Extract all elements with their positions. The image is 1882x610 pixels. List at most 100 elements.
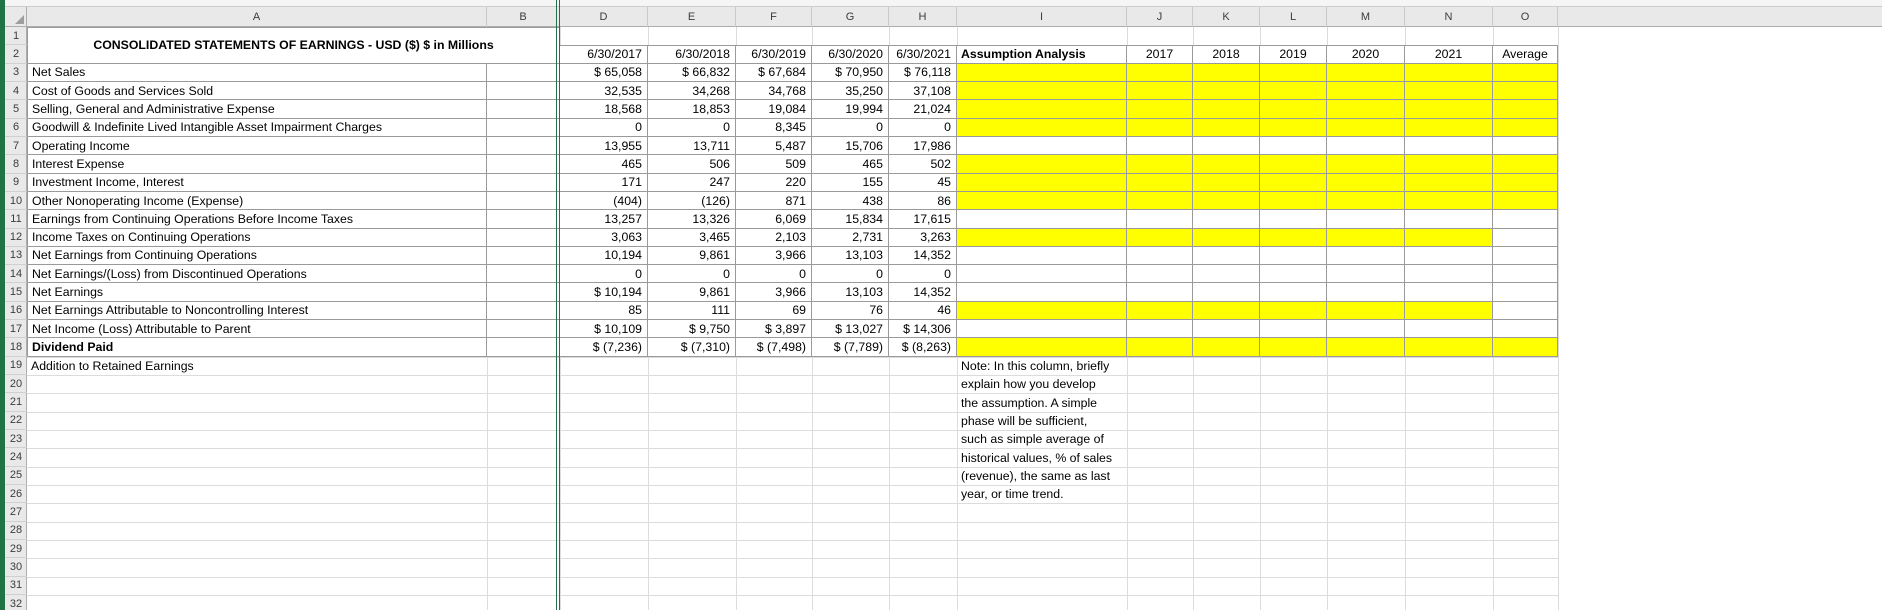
row-label-cell[interactable]: Interest Expense — [28, 155, 487, 174]
assumption-cell[interactable] — [1327, 155, 1405, 174]
assumption-cell[interactable] — [957, 81, 1127, 101]
assumption-cell[interactable] — [1327, 100, 1405, 119]
row-label-cell[interactable]: Earnings from Continuing Operations Befo… — [28, 210, 487, 229]
value-cell[interactable]: 438 — [812, 191, 889, 211]
value-cell[interactable]: 155 — [812, 173, 889, 192]
assumption-cell[interactable] — [1405, 100, 1493, 119]
value-cell[interactable]: $ (7,498) — [736, 338, 812, 357]
assumption-cell[interactable] — [1193, 173, 1260, 192]
assumption-cell[interactable] — [1327, 301, 1405, 321]
assumption-cell[interactable] — [1327, 191, 1405, 211]
column-header-K[interactable]: K — [1193, 7, 1260, 27]
note-line[interactable]: phase will be sufficient, — [957, 412, 1187, 430]
assumption-cell[interactable] — [1493, 246, 1558, 266]
value-cell[interactable]: 15,834 — [812, 210, 889, 229]
empty-cell[interactable] — [487, 81, 560, 101]
value-cell[interactable]: $ (7,789) — [812, 338, 889, 357]
assumption-cell[interactable] — [1127, 338, 1193, 357]
year-header-cell[interactable]: 2017 — [1127, 45, 1193, 64]
assumption-cell[interactable] — [1193, 191, 1260, 211]
value-cell[interactable]: 509 — [736, 155, 812, 174]
value-cell[interactable]: 19,084 — [736, 100, 812, 119]
empty-cell[interactable] — [487, 210, 560, 229]
row-header-13[interactable]: 13 — [5, 247, 27, 266]
assumption-cell[interactable] — [1193, 155, 1260, 174]
assumption-cell[interactable] — [1493, 338, 1558, 357]
assumption-cell[interactable] — [1127, 136, 1193, 156]
column-header-E[interactable]: E — [648, 7, 736, 27]
value-cell[interactable]: 13,711 — [648, 136, 736, 156]
row-header-16[interactable]: 16 — [5, 302, 27, 321]
value-cell[interactable]: $ 76,118 — [889, 63, 957, 82]
assumption-cell[interactable] — [1493, 191, 1558, 211]
row-header-6[interactable]: 6 — [5, 119, 27, 137]
row-header-22[interactable]: 22 — [5, 412, 27, 431]
value-cell[interactable]: 46 — [889, 301, 957, 321]
assumption-cell[interactable] — [1493, 155, 1558, 174]
assumption-cell[interactable] — [1493, 320, 1558, 339]
value-cell[interactable]: 45 — [889, 173, 957, 192]
value-cell[interactable]: 18,568 — [560, 100, 648, 119]
row-label-cell[interactable]: Addition to Retained Earnings — [27, 357, 487, 375]
assumption-cell[interactable] — [1327, 118, 1405, 137]
value-cell[interactable]: 3,063 — [560, 228, 648, 247]
value-cell[interactable]: 9,861 — [648, 283, 736, 302]
assumption-cell[interactable] — [1405, 338, 1493, 357]
row-header-7[interactable]: 7 — [5, 137, 27, 156]
year-header-cell[interactable]: 2019 — [1260, 45, 1327, 64]
row-header-24[interactable]: 24 — [5, 448, 27, 467]
value-cell[interactable]: $ 70,950 — [812, 63, 889, 82]
row-header-9[interactable]: 9 — [5, 174, 27, 192]
assumption-cell[interactable] — [1193, 228, 1260, 247]
assumption-cell[interactable] — [1193, 63, 1260, 82]
column-header-L[interactable]: L — [1260, 7, 1327, 27]
assumption-cell[interactable] — [1127, 81, 1193, 101]
value-cell[interactable]: 220 — [736, 173, 812, 192]
statement-title-cell[interactable]: CONSOLIDATED STATEMENTS OF EARNINGS - US… — [27, 27, 560, 64]
assumption-cell[interactable] — [1493, 228, 1558, 247]
value-cell[interactable]: 69 — [736, 301, 812, 321]
year-header-cell[interactable]: Average — [1493, 45, 1558, 64]
assumption-cell[interactable] — [957, 210, 1127, 229]
value-cell[interactable]: 171 — [560, 173, 648, 192]
empty-cell[interactable] — [487, 155, 560, 174]
assumption-cell[interactable] — [1260, 283, 1327, 302]
column-header-I[interactable]: I — [957, 7, 1127, 27]
assumption-cell[interactable] — [1260, 191, 1327, 211]
empty-cell[interactable] — [487, 320, 560, 339]
row-label-cell[interactable]: Net Income (Loss) Attributable to Parent — [28, 320, 487, 339]
assumption-cell[interactable] — [957, 100, 1127, 119]
assumption-cell[interactable] — [1493, 136, 1558, 156]
value-cell[interactable]: $ 14,306 — [889, 320, 957, 339]
year-header-cell[interactable]: 2020 — [1327, 45, 1405, 64]
value-cell[interactable]: $ 67,684 — [736, 63, 812, 82]
year-header-cell[interactable]: 2021 — [1405, 45, 1493, 64]
assumption-cell[interactable] — [1260, 155, 1327, 174]
assumption-cell[interactable] — [1127, 265, 1193, 284]
note-line[interactable]: such as simple average of — [957, 430, 1187, 448]
value-cell[interactable]: 35,250 — [812, 81, 889, 101]
assumption-cell[interactable] — [1327, 173, 1405, 192]
value-cell[interactable]: 14,352 — [889, 246, 957, 266]
row-header-11[interactable]: 11 — [5, 210, 27, 229]
assumption-cell[interactable] — [1127, 100, 1193, 119]
assumption-cell[interactable] — [1260, 320, 1327, 339]
value-cell[interactable]: 0 — [560, 265, 648, 284]
assumption-cell[interactable] — [1327, 338, 1405, 357]
note-line[interactable]: historical values, % of sales — [957, 448, 1187, 466]
empty-cell[interactable] — [487, 246, 560, 266]
row-label-cell[interactable]: Cost of Goods and Services Sold — [28, 81, 487, 101]
row-label-cell[interactable]: Other Nonoperating Income (Expense) — [28, 191, 487, 211]
empty-cell[interactable] — [487, 100, 560, 119]
row-header-8[interactable]: 8 — [5, 155, 27, 174]
assumption-cell[interactable] — [1193, 118, 1260, 137]
row-header-28[interactable]: 28 — [5, 522, 27, 540]
assumption-cell[interactable] — [1193, 320, 1260, 339]
assumption-cell[interactable] — [1405, 155, 1493, 174]
row-header-25[interactable]: 25 — [5, 467, 27, 485]
row-label-cell[interactable]: Operating Income — [28, 136, 487, 156]
row-header-23[interactable]: 23 — [5, 430, 27, 449]
row-label-cell[interactable]: Goodwill & Indefinite Lived Intangible A… — [28, 118, 487, 137]
row-label-cell[interactable]: Net Earnings — [28, 283, 487, 302]
column-header-A[interactable]: A — [27, 7, 487, 27]
